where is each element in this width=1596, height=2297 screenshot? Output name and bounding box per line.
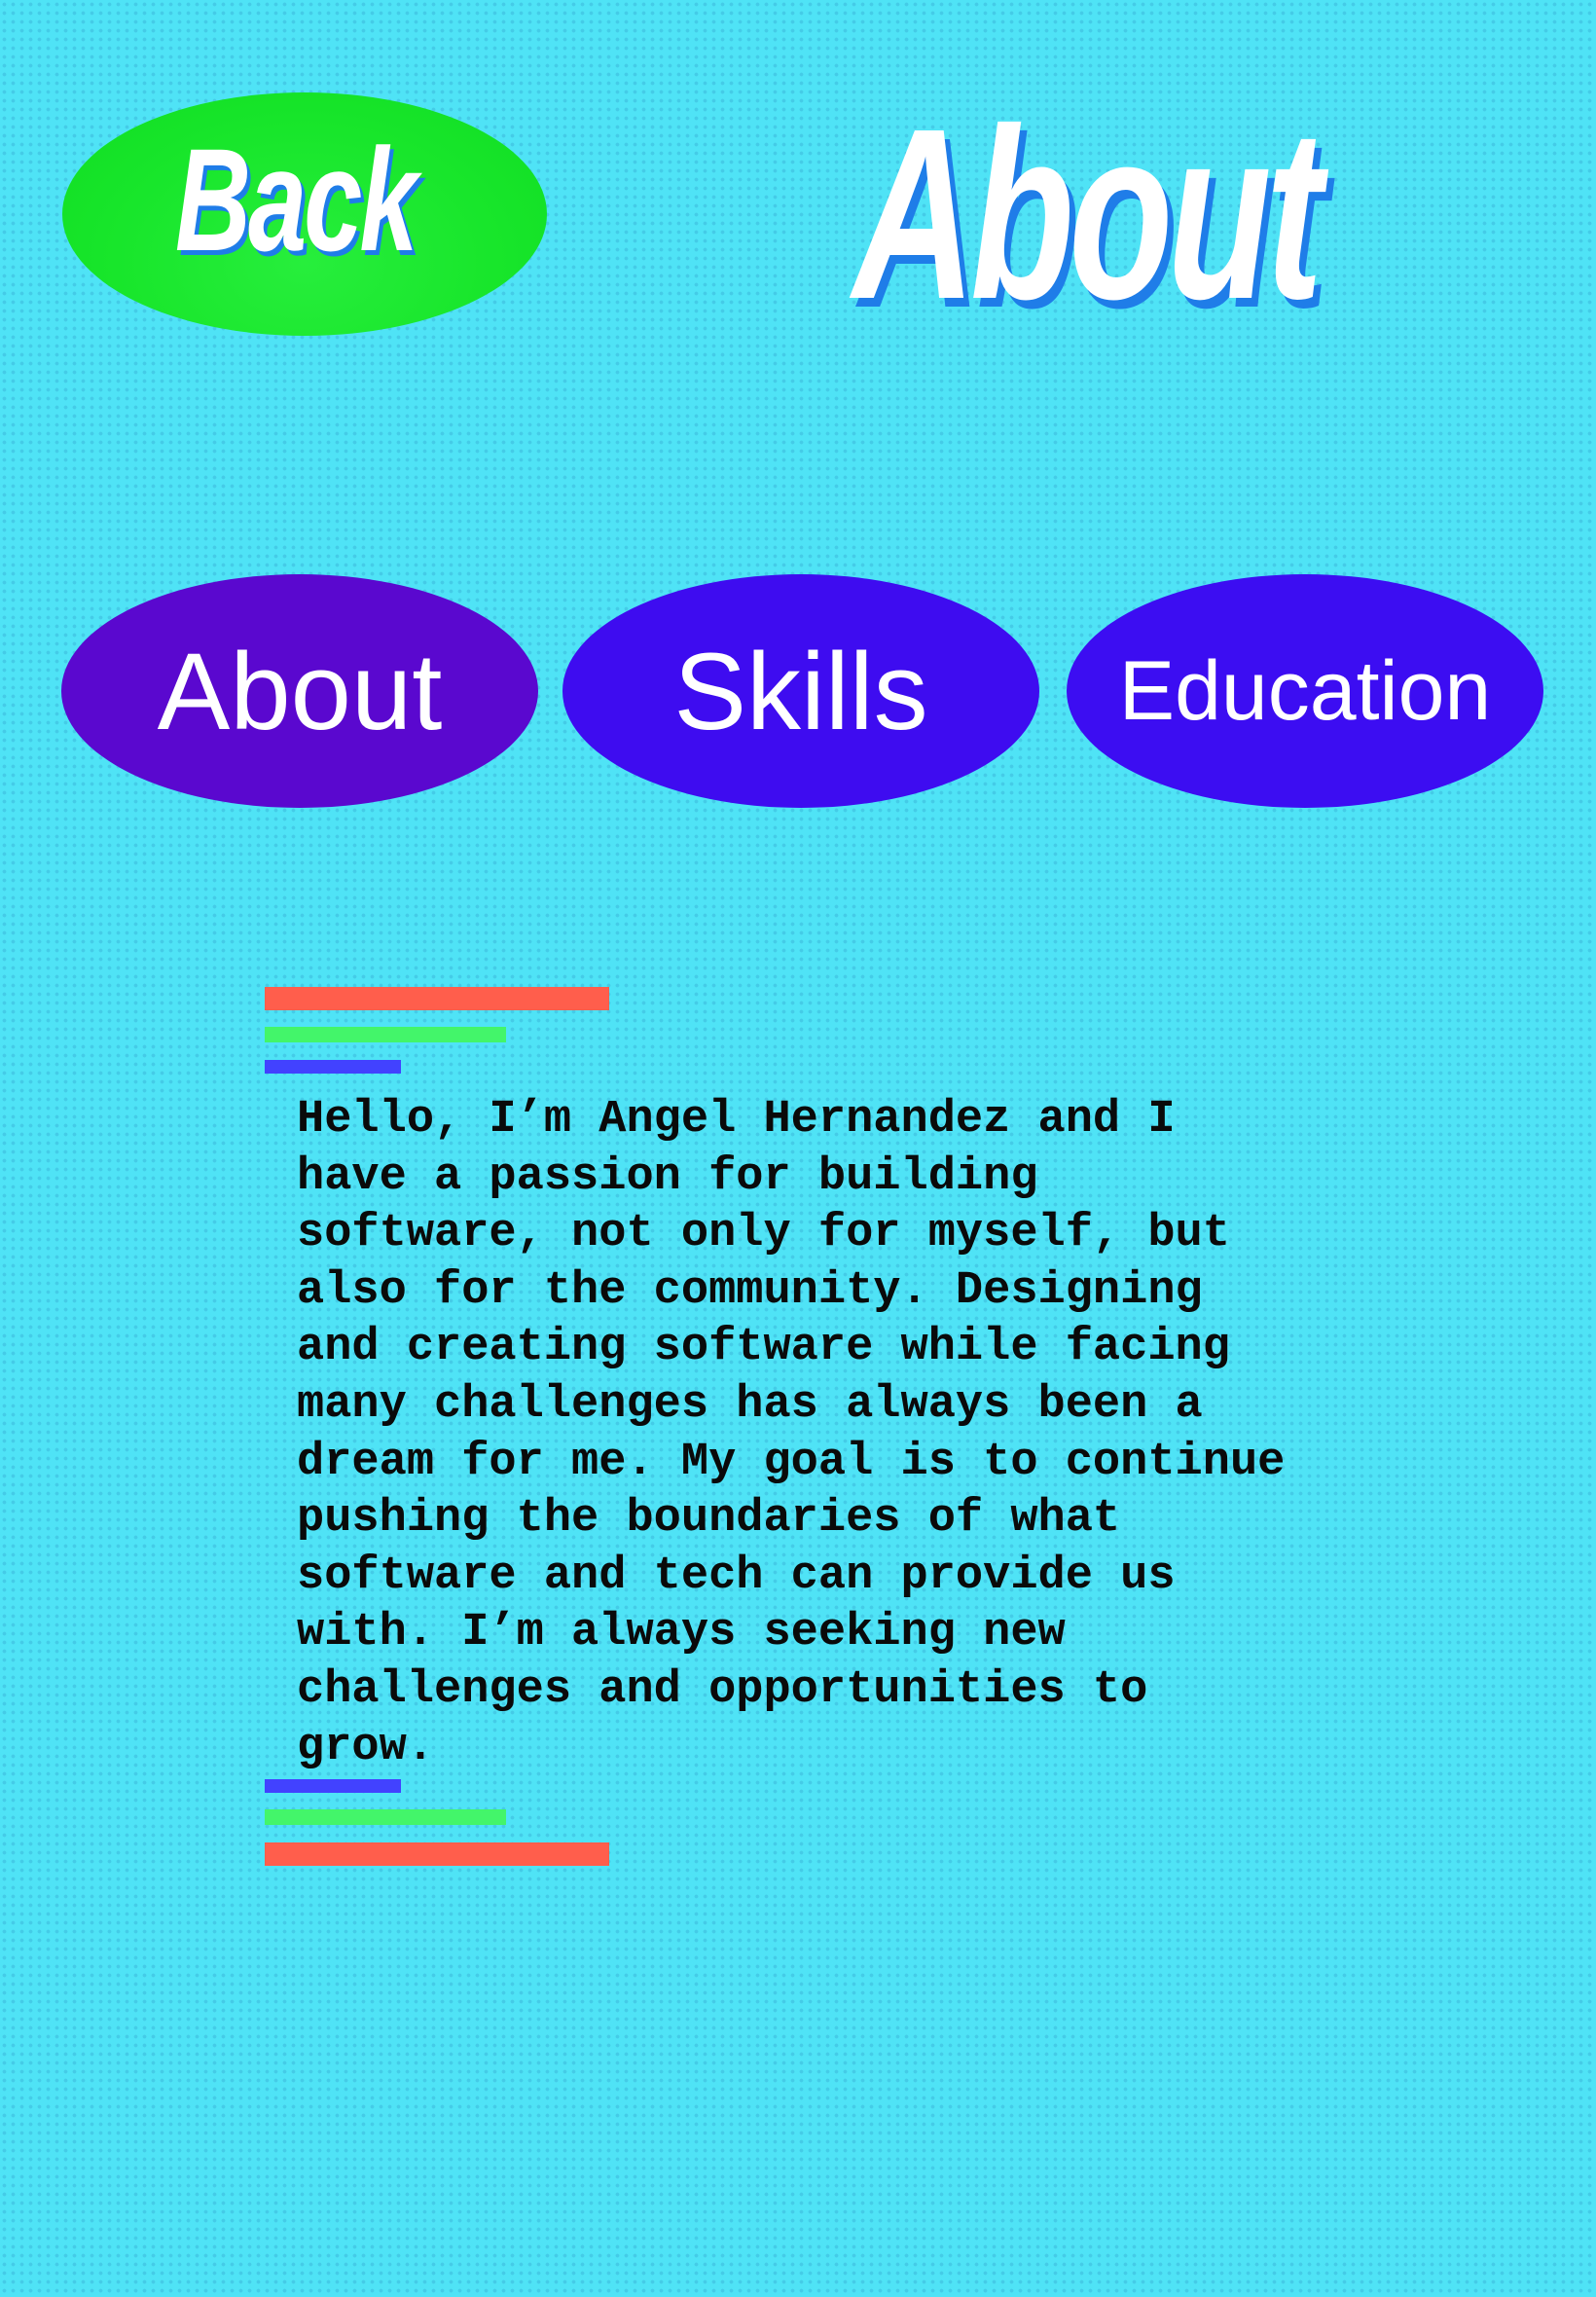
back-button[interactable]: Back bbox=[62, 92, 547, 336]
tab-skills-label: Skills bbox=[673, 630, 928, 752]
tab-about-label: About bbox=[157, 630, 443, 752]
page-title-text: About bbox=[852, 78, 1323, 349]
divider-red-top bbox=[265, 987, 609, 1010]
tab-education[interactable]: Education bbox=[1067, 574, 1543, 808]
tab-about[interactable]: About bbox=[61, 574, 538, 808]
divider-green-bottom bbox=[265, 1809, 506, 1825]
divider-red-bottom bbox=[265, 1842, 609, 1866]
tab-education-label: Education bbox=[1118, 643, 1492, 738]
tab-skills[interactable]: Skills bbox=[562, 574, 1039, 808]
divider-green-top bbox=[265, 1027, 506, 1042]
divider-blue-bottom bbox=[265, 1779, 401, 1793]
back-button-label: Back bbox=[174, 117, 418, 281]
bio-paragraph: Hello, I’m Angel Hernandez and I have a … bbox=[297, 1094, 1286, 1773]
page-title: About bbox=[808, 88, 1362, 341]
divider-blue-top bbox=[265, 1060, 401, 1074]
